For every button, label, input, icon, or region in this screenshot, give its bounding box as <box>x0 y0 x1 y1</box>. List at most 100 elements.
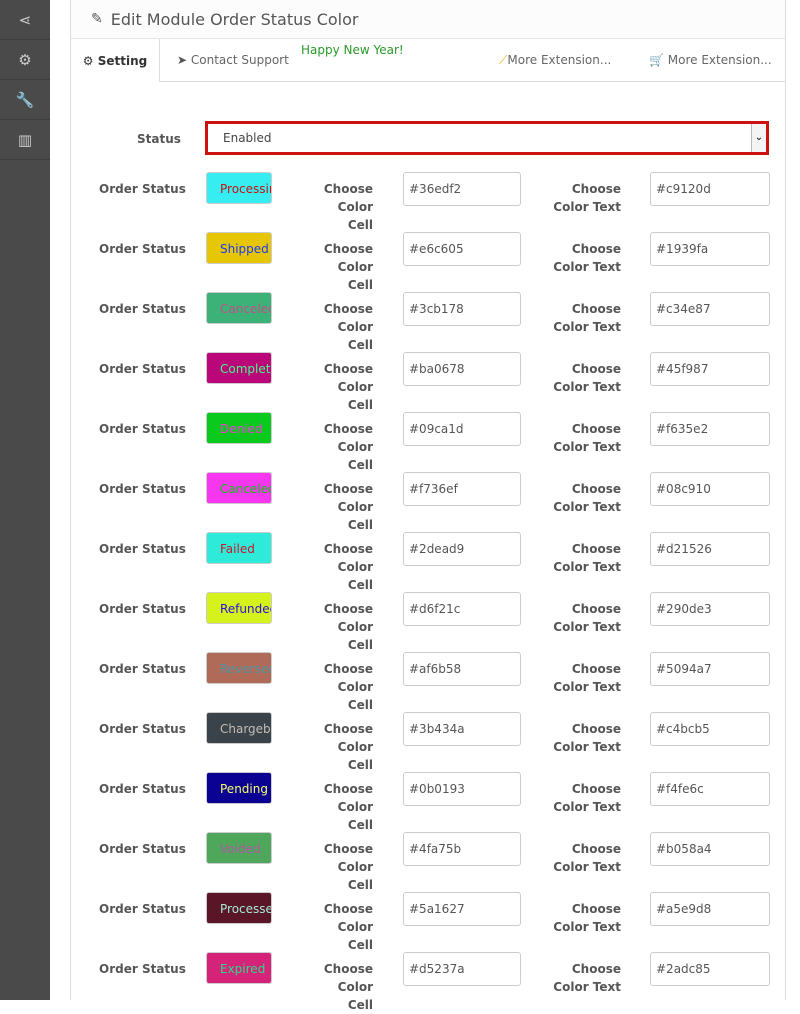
choose-color-text-label: Choose Color Text <box>551 840 621 876</box>
status-preview-chip: Expired <box>206 952 272 984</box>
tab-setting[interactable]: ⚙ Setting <box>71 39 160 82</box>
choose-text: Choose <box>571 662 621 676</box>
color-text-text: Color Text <box>553 920 621 934</box>
order-status-row: Order Status Shipped Choose Color Cell #e… <box>71 232 785 292</box>
color-text-text: Color Text <box>553 380 621 394</box>
order-status-row: Order Status Canceled Reversal Choose Col… <box>71 472 785 532</box>
choose-text: Choose <box>571 782 621 796</box>
color-text-input[interactable]: #2adc85 <box>650 952 770 986</box>
color-cell-text: Color Cell <box>337 320 373 352</box>
status-preview-chip: Processed <box>206 892 272 924</box>
color-text-input[interactable]: #45f987 <box>650 352 770 386</box>
choose-color-text-label: Choose Color Text <box>551 960 621 996</box>
color-text-input[interactable]: #1939fa <box>650 232 770 266</box>
bar-chart-icon: ▥ <box>17 130 33 149</box>
choose-color-text-label: Choose Color Text <box>551 720 621 756</box>
choose-color-cell-label: Choose Color Cell <box>311 420 373 474</box>
more-extensions-link-1[interactable]: ⟋ More Extension... <box>499 39 611 81</box>
order-status-label: Order Status <box>99 722 186 736</box>
color-cell-input[interactable]: #0b0193 <box>403 772 521 806</box>
order-status-row: Order Status Processing Choose Color Cell… <box>71 172 785 232</box>
color-cell-input[interactable]: #e6c605 <box>403 232 521 266</box>
main-panel: ✎ Edit Module Order Status Color ⚙ Setti… <box>70 0 786 1012</box>
color-text-input[interactable]: #d21526 <box>650 532 770 566</box>
choose-text: Choose <box>571 542 621 556</box>
gear-icon: ⚙ <box>18 50 32 69</box>
color-cell-text: Color Cell <box>337 920 373 952</box>
color-cell-input[interactable]: #3cb178 <box>403 292 521 326</box>
choose-text: Choose <box>571 242 621 256</box>
color-cell-text: Color Cell <box>337 260 373 292</box>
more-extensions-link-2[interactable]: 🛒 More Extension... <box>649 39 772 81</box>
status-select[interactable]: Enabled ⌄ <box>205 121 769 155</box>
choose-color-cell-label: Choose Color Cell <box>311 240 373 294</box>
color-text-input[interactable]: #08c910 <box>650 472 770 506</box>
color-text-input[interactable]: #a5e9d8 <box>650 892 770 926</box>
color-cell-text: Color Cell <box>337 800 373 832</box>
choose-text: Choose <box>571 722 621 736</box>
color-text-input[interactable]: #f635e2 <box>650 412 770 446</box>
color-text-input[interactable]: #290de3 <box>650 592 770 626</box>
tab-contact-support[interactable]: ➤ Contact Support <box>177 39 289 81</box>
status-preview-chip: Denied <box>206 412 272 444</box>
color-text-text: Color Text <box>553 740 621 754</box>
choose-color-cell-label: Choose Color Cell <box>311 900 373 954</box>
tab-bar: ⚙ Setting ➤ Contact Support Happy New Ye… <box>71 39 785 82</box>
color-text-input[interactable]: #c9120d <box>650 172 770 206</box>
choose-color-text-label: Choose Color Text <box>551 360 621 396</box>
choose-color-text-label: Choose Color Text <box>551 180 621 216</box>
color-cell-input[interactable]: #af6b58 <box>403 652 521 686</box>
choose-color-cell-label: Choose Color Cell <box>311 600 373 654</box>
order-status-label: Order Status <box>99 302 186 316</box>
color-cell-input[interactable]: #09ca1d <box>403 412 521 446</box>
tab-setting-label: Setting <box>97 53 148 68</box>
color-cell-input[interactable]: #ba0678 <box>403 352 521 386</box>
color-text-input[interactable]: #5094a7 <box>650 652 770 686</box>
color-text-input[interactable]: #c34e87 <box>650 292 770 326</box>
choose-color-text-label: Choose Color Text <box>551 900 621 936</box>
color-cell-text: Color Cell <box>337 380 373 412</box>
color-cell-text: Color Cell <box>337 500 373 532</box>
order-status-label: Order Status <box>99 902 186 916</box>
order-status-row: Order Status Denied Choose Color Cell #09… <box>71 412 785 472</box>
choose-color-text-label: Choose Color Text <box>551 420 621 456</box>
color-text-input[interactable]: #c4bcb5 <box>650 712 770 746</box>
color-cell-input[interactable]: #3b434a <box>403 712 521 746</box>
choose-text: Choose <box>571 182 621 196</box>
color-cell-input[interactable]: #d6f21c <box>403 592 521 626</box>
choose-color-cell-label: Choose Color Cell <box>311 360 373 414</box>
color-text-input[interactable]: #f4fe6c <box>650 772 770 806</box>
color-cell-text: Color Cell <box>337 740 373 772</box>
order-status-row: Order Status Voided Choose Color Cell #4f… <box>71 832 785 892</box>
sidebar-item-gear[interactable]: ⚙ <box>0 40 50 80</box>
color-cell-input[interactable]: #f736ef <box>403 472 521 506</box>
color-cell-input[interactable]: #2dead9 <box>403 532 521 566</box>
order-status-label: Order Status <box>99 962 186 976</box>
color-text-text: Color Text <box>553 440 621 454</box>
choose-text: Choose <box>323 602 373 616</box>
choose-text: Choose <box>571 422 621 436</box>
order-status-label: Order Status <box>99 542 186 556</box>
brand-logo-icon: ⟋ <box>499 52 508 67</box>
color-cell-input[interactable]: #4fa75b <box>403 832 521 866</box>
sidebar-item-wrench[interactable]: 🔧 <box>0 80 50 120</box>
order-status-label: Order Status <box>99 782 186 796</box>
choose-color-cell-label: Choose Color Cell <box>311 720 373 774</box>
status-preview-chip: Voided <box>206 832 272 864</box>
color-cell-text: Color Cell <box>337 440 373 472</box>
sidebar-item-bar-chart[interactable]: ▥ <box>0 120 50 160</box>
color-cell-input[interactable]: #36edf2 <box>403 172 521 206</box>
color-cell-input[interactable]: #d5237a <box>403 952 521 986</box>
sidebar-item-share[interactable]: ⋖ <box>0 0 50 40</box>
choose-color-text-label: Choose Color Text <box>551 300 621 336</box>
color-cell-input[interactable]: #5a1627 <box>403 892 521 926</box>
page-title: Edit Module Order Status Color <box>110 9 359 29</box>
choose-color-cell-label: Choose Color Cell <box>311 300 373 354</box>
order-status-row: Order Status Complete Choose Color Cell #… <box>71 352 785 412</box>
choose-text: Choose <box>571 602 621 616</box>
page-header: ✎ Edit Module Order Status Color <box>71 0 785 39</box>
order-status-row: Order Status Processed ChooseColor Cell … <box>71 892 785 952</box>
color-text-input[interactable]: #b058a4 <box>650 832 770 866</box>
status-preview-chip: Reversed <box>206 652 272 684</box>
choose-color-text-label: Choose Color Text <box>551 540 621 576</box>
